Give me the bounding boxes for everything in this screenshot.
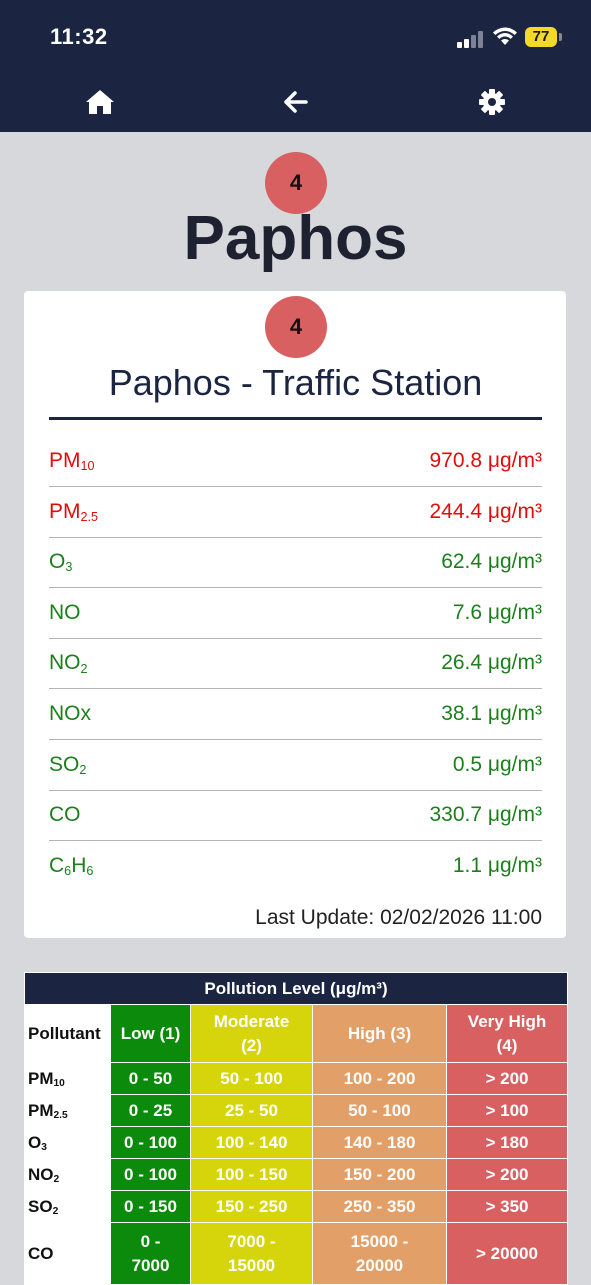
last-update-text: Last Update: 02/02/2026 11:00: [255, 906, 542, 929]
home-icon: [86, 90, 114, 114]
pollutant-row: SO2 0.5 μg/m³: [49, 741, 542, 791]
pollutant-name: PM10: [49, 449, 95, 474]
city-title: Paphos: [183, 204, 408, 273]
pollutant-value: 1.1 μg/m³: [452, 853, 542, 877]
pollutant-row: C6H6 1.1 μg/m³: [49, 842, 542, 892]
status-bar: 11:32 77: [0, 0, 591, 72]
pollutant-value: 244.4 μg/m³: [429, 499, 543, 523]
cell-low: 0 - 50: [110, 1062, 191, 1095]
cell-low: 0 - 100: [110, 1126, 191, 1159]
cell-high: 150 - 200: [312, 1158, 447, 1191]
table-row: PM2.5 0 - 25 25 - 50 50 - 100 > 100: [24, 1094, 569, 1127]
table-body: PM10 0 - 50 50 - 100 100 - 200 > 200 PM2.5 0 -…: [24, 1062, 569, 1285]
arrow-left-icon: [284, 91, 308, 113]
table-row: PM10 0 - 50 50 - 100 100 - 200 > 200: [24, 1062, 569, 1095]
cell-very-high: > 200: [445, 1062, 569, 1095]
header-high: High (3): [312, 1004, 447, 1063]
table-row: CO 0 -7000 7000 -15000 15000 -20000 > 20000: [24, 1222, 569, 1285]
pollutant-row: NO2 26.4 μg/m³: [49, 639, 542, 690]
cell-high: 100 - 200: [312, 1062, 447, 1095]
status-time: 11:32: [50, 24, 108, 49]
pollutant-value: 38.1 μg/m³: [441, 702, 542, 725]
cellular-signal-icon: [457, 30, 487, 48]
pollutant-value: 26.4 μg/m³: [441, 651, 542, 675]
pollutant-name: PM2.5: [49, 499, 99, 524]
cell-low: 0 -7000: [110, 1222, 191, 1285]
table-row: O3 0 - 100 100 - 140 140 - 180 > 180: [24, 1126, 569, 1159]
cell-moderate: 7000 -15000: [190, 1222, 313, 1285]
pollutant-row: NO 7.6 μg/m³: [49, 589, 542, 639]
pollutant-value: 7.6 μg/m³: [452, 600, 542, 624]
row-pollutant: CO: [24, 1222, 111, 1285]
cell-moderate: 50 - 100: [190, 1062, 313, 1095]
pollutant-value: 970.8 μg/m³: [429, 449, 543, 472]
station-title: Paphos - Traffic Station: [108, 362, 483, 403]
home-button[interactable]: [70, 72, 130, 132]
top-nav-bar: [0, 72, 591, 132]
cell-very-high: > 100: [445, 1094, 569, 1127]
cell-moderate: 150 - 250: [190, 1190, 313, 1223]
row-pollutant: PM2.5: [24, 1094, 111, 1127]
cell-moderate: 100 - 150: [190, 1158, 313, 1191]
header-low: Low (1): [110, 1004, 191, 1063]
pollution-level-table: Pollution Level (μg/m³) Pollutant Low (1…: [23, 972, 569, 1285]
pollutant-row: PM2.5 244.4 μg/m³: [49, 488, 542, 538]
title-divider: [49, 417, 542, 420]
battery-indicator: 77: [525, 27, 557, 47]
pollutant-name: CO: [49, 803, 81, 827]
pollutant-name: NOx: [49, 702, 91, 725]
row-pollutant: NO2: [24, 1158, 111, 1191]
cell-moderate: 25 - 50: [190, 1094, 313, 1127]
pollutant-name: NO2: [49, 651, 88, 676]
cell-very-high: > 20000: [445, 1222, 569, 1285]
cell-low: 0 - 150: [110, 1190, 191, 1223]
pollutant-value: 330.7 μg/m³: [429, 803, 543, 827]
cell-high: 50 - 100: [312, 1094, 447, 1127]
pollutant-row: NOx 38.1 μg/m³: [49, 690, 542, 740]
pollutant-value: 0.5 μg/m³: [452, 752, 542, 776]
pollutant-row: O3 62.4 μg/m³: [49, 538, 542, 589]
cell-very-high: > 350: [445, 1190, 569, 1223]
table-row: SO2 0 - 150 150 - 250 250 - 350 > 350: [24, 1190, 569, 1223]
header-very-high: Very High (4): [445, 1004, 569, 1063]
pollutant-value: 62.4 μg/m³: [441, 550, 542, 574]
pollutant-row: CO 330.7 μg/m³: [49, 791, 543, 842]
back-button[interactable]: [266, 72, 326, 132]
header-moderate: Moderate (2): [190, 1004, 313, 1063]
cell-very-high: > 200: [445, 1158, 569, 1191]
cell-low: 0 - 100: [110, 1158, 191, 1191]
cell-very-high: > 180: [445, 1126, 569, 1159]
row-pollutant: PM10: [24, 1062, 111, 1095]
header-pollutant: Pollutant: [24, 1004, 111, 1063]
cell-high: 140 - 180: [312, 1126, 447, 1159]
wifi-icon: [493, 27, 517, 45]
settings-button[interactable]: [462, 72, 522, 132]
pollutant-name: C6H6: [49, 853, 94, 878]
cell-moderate: 100 - 140: [190, 1126, 313, 1159]
battery-cap: [559, 33, 562, 41]
row-pollutant: O3: [24, 1126, 111, 1159]
station-level-badge: 4: [265, 296, 327, 358]
cell-high: 15000 -20000: [312, 1222, 447, 1285]
cell-low: 0 - 25: [110, 1094, 191, 1127]
cell-high: 250 - 350: [312, 1190, 447, 1223]
table-row: NO2 0 - 100 100 - 150 150 - 200 > 200: [24, 1158, 569, 1191]
gear-icon: [479, 89, 505, 115]
pollutant-name: SO2: [49, 752, 87, 777]
pollutant-name: NO: [49, 600, 81, 624]
pollutant-name: O3: [49, 550, 73, 575]
pollutant-row: PM10 970.8 μg/m³: [49, 437, 542, 487]
table-caption: Pollution Level (μg/m³): [23, 972, 569, 1005]
row-pollutant: SO2: [24, 1190, 111, 1223]
